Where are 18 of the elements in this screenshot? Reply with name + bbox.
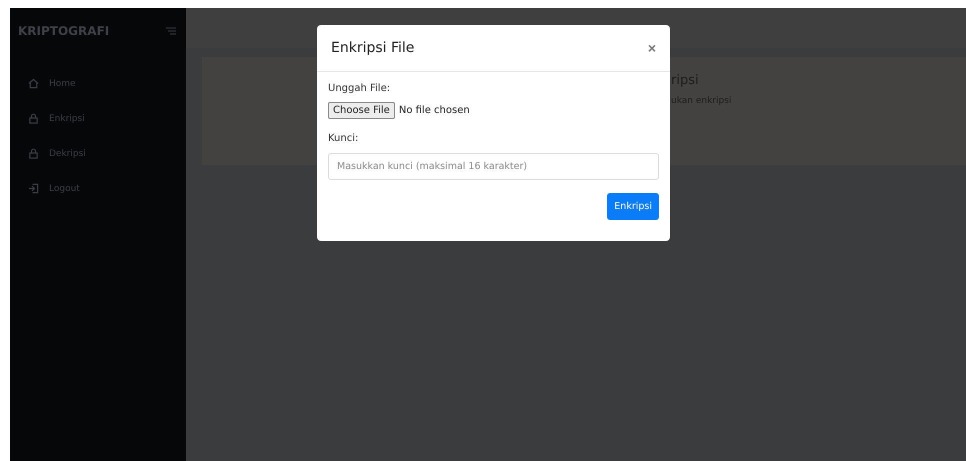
file-status: No file chosen <box>398 105 470 116</box>
sidebar-item[interactable]: Dekripsi <box>28 148 186 159</box>
close-button[interactable]: × <box>648 40 656 56</box>
key-input-field[interactable]: Masukkan kunci (maksimal 16 karakter) <box>328 153 659 180</box>
sidebar-item[interactable]: Home <box>28 78 186 89</box>
lock-icon <box>28 113 39 124</box>
encrypt-button[interactable]: Enkripsi <box>607 193 659 220</box>
menu-icon[interactable] <box>166 27 176 35</box>
sidebar-item[interactable]: Enkripsi <box>28 113 186 124</box>
choose-file-button[interactable]: Choose File <box>328 102 395 119</box>
sidebar-item[interactable]: Logout <box>28 183 186 194</box>
modal-title: Enkripsi File <box>331 40 414 56</box>
key-label: Kunci: <box>328 133 360 144</box>
logout-icon <box>28 183 39 194</box>
brand-title: KRIPTOGRAFI <box>18 24 110 38</box>
lock-icon <box>28 148 39 159</box>
file-label: Unggah File: <box>328 83 392 94</box>
home-icon <box>28 78 39 89</box>
